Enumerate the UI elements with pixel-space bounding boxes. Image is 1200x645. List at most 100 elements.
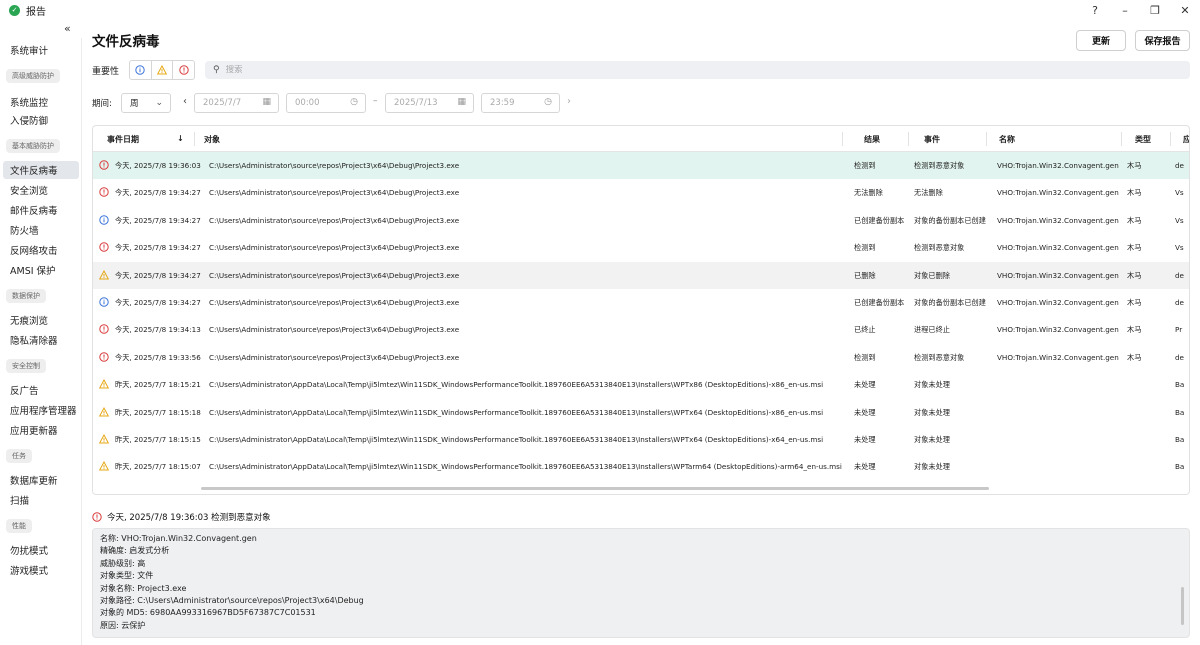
sidebar-item[interactable]: 勿扰模式	[10, 543, 48, 557]
cell-type: 木马	[1127, 188, 1142, 198]
column-header-result[interactable]: 结果	[864, 134, 880, 145]
date-from-field[interactable]: 2025/7/7 ▦	[194, 93, 279, 113]
collapse-sidebar-icon[interactable]: «	[64, 22, 71, 35]
table-row[interactable]: 今天, 2025/7/8 19:34:27 C:\Users\Administra…	[93, 234, 1189, 261]
table-row[interactable]: 今天, 2025/7/8 19:34:27 C:\Users\Administra…	[93, 261, 1189, 289]
sidebar-item[interactable]: 系统审计	[10, 43, 48, 57]
time-to-field[interactable]: 23:59 ◷	[481, 93, 560, 113]
table-row[interactable]: 今天, 2025/7/8 19:36:03 C:\Users\Administra…	[93, 152, 1189, 179]
date-to-field[interactable]: 2025/7/13 ▦	[385, 93, 474, 113]
sidebar-item[interactable]: 系统监控	[10, 95, 48, 109]
sidebar-group-label: 高级威胁防护	[6, 69, 60, 83]
time-from-field[interactable]: 00:00 ◷	[286, 93, 366, 113]
detail-line: 对象名称: Project3.exe	[100, 583, 187, 593]
title-bar: ✓ 报告 ? – ❐ ✕	[0, 0, 1200, 20]
danger-icon	[99, 160, 109, 170]
column-header-app[interactable]: 应	[1183, 134, 1189, 145]
danger-filter-button[interactable]	[173, 61, 194, 79]
sidebar-item[interactable]: 防火墙	[10, 223, 39, 237]
sidebar-item[interactable]: 文件反病毒	[10, 163, 58, 177]
help-icon[interactable]: ?	[1080, 0, 1110, 20]
cell-app: de	[1175, 161, 1184, 170]
cell-name: VHO:Trojan.Win32.Convagent.gen	[997, 352, 1119, 362]
cell-name: VHO:Trojan.Win32.Convagent.gen	[997, 298, 1119, 307]
detail-panel: 名称: VHO:Trojan.Win32.Convagent.gen 精确度: 启…	[92, 528, 1190, 638]
danger-icon	[99, 352, 109, 362]
cell-event: 对象未处理	[914, 462, 950, 472]
table-row[interactable]: 昨天, 2025/7/7 18:15:15 C:\Users\Administra…	[93, 426, 1189, 453]
sidebar-item[interactable]: 数据库更新	[10, 473, 58, 487]
table-row[interactable]: 今天, 2025/7/8 19:34:27 C:\Users\Administra…	[93, 179, 1189, 206]
sidebar-item[interactable]: AMSI 保护	[10, 263, 56, 277]
sidebar-item[interactable]: 无痕浏览	[10, 313, 48, 327]
update-button[interactable]: 更新	[1076, 30, 1126, 51]
detail-header: 今天, 2025/7/8 19:36:03 检测到恶意对象	[92, 511, 271, 523]
table-row[interactable]: 今天, 2025/7/8 19:34:27 C:\Users\Administra…	[93, 289, 1189, 316]
horizontal-scrollbar[interactable]	[201, 487, 989, 490]
cell-name: VHO:Trojan.Win32.Convagent.gen	[997, 161, 1119, 170]
cell-name: VHO:Trojan.Win32.Convagent.gen	[997, 325, 1119, 335]
warning-filter-button[interactable]	[152, 61, 174, 79]
cell-app: de	[1175, 270, 1184, 280]
previous-period-button[interactable]: ‹	[183, 96, 187, 107]
sidebar-item[interactable]: 入侵防御	[10, 113, 48, 127]
sidebar-item[interactable]: 反网络攻击	[10, 243, 58, 257]
warning-icon	[99, 461, 109, 471]
cell-object: C:\Users\Administrator\source\repos\Proj…	[209, 298, 460, 307]
search-input[interactable]	[225, 65, 1126, 75]
page-title: 文件反病毒	[92, 34, 160, 50]
calendar-icon: ▦	[457, 97, 466, 107]
period-label: 期间:	[92, 99, 112, 109]
warning-icon	[99, 406, 109, 417]
cell-date: 昨天, 2025/7/7 18:15:07	[115, 462, 201, 472]
cell-date: 今天, 2025/7/8 19:34:27	[115, 243, 201, 253]
info-icon	[135, 65, 146, 75]
table-row[interactable]: 昨天, 2025/7/7 18:15:18 C:\Users\Administra…	[93, 399, 1189, 426]
sidebar-item[interactable]: 扫描	[10, 493, 29, 507]
sidebar-item[interactable]: 反广告	[10, 383, 39, 397]
detail-title: 今天, 2025/7/8 19:36:03 检测到恶意对象	[107, 513, 271, 523]
sidebar-item[interactable]: 应用更新器	[10, 423, 58, 437]
period-dropdown[interactable]: 周 ⌄	[121, 93, 171, 113]
save-report-button[interactable]: 保存报告	[1135, 30, 1190, 51]
info-filter-button[interactable]	[130, 61, 152, 79]
column-header-object[interactable]: 对象	[204, 134, 220, 145]
column-header-date[interactable]: 事件日期	[107, 134, 139, 145]
sidebar-item[interactable]: 安全浏览	[10, 183, 48, 197]
table-row[interactable]: 今天, 2025/7/8 19:34:27 C:\Users\Administra…	[93, 207, 1189, 234]
sort-descending-icon[interactable]: ↓	[177, 134, 184, 143]
danger-icon	[92, 512, 102, 522]
close-icon[interactable]: ✕	[1170, 0, 1200, 20]
next-period-button[interactable]: ›	[567, 96, 571, 107]
table-row[interactable]: 今天, 2025/7/8 19:33:56 C:\Users\Administra…	[93, 344, 1189, 371]
warning-icon	[99, 379, 109, 389]
cell-result: 已创建备份副本	[854, 215, 905, 225]
cell-event: 检测到恶意对象	[914, 352, 965, 362]
cell-date: 今天, 2025/7/8 19:36:03	[115, 161, 201, 170]
cell-app: de	[1175, 352, 1184, 362]
column-header-event[interactable]: 事件	[924, 134, 940, 145]
cell-result: 未处理	[854, 462, 876, 472]
cell-result: 未处理	[854, 380, 876, 390]
minimize-icon[interactable]: –	[1110, 0, 1140, 20]
table-header: 事件日期 ↓ 对象 结果 事件 名称 类型 应	[93, 126, 1189, 152]
vertical-scrollbar[interactable]	[1181, 587, 1184, 625]
column-header-type[interactable]: 类型	[1135, 134, 1151, 145]
sidebar-item[interactable]: 邮件反病毒	[10, 203, 58, 217]
detail-line: 名称: VHO:Trojan.Win32.Convagent.gen	[100, 534, 257, 543]
danger-icon	[99, 242, 109, 252]
clock-icon: ◷	[544, 97, 552, 107]
search-icon: ⚲	[213, 65, 220, 75]
sidebar-item[interactable]: 隐私清除器	[10, 333, 58, 347]
cell-app: Vs	[1175, 243, 1184, 253]
cell-object: C:\Users\Administrator\source\repos\Proj…	[209, 325, 460, 335]
table-row[interactable]: 昨天, 2025/7/7 18:15:21 C:\Users\Administra…	[93, 371, 1189, 398]
detail-line: 对象的 MD5: 6980AA993316967BD5F67387C7C0153…	[100, 608, 316, 618]
sidebar-item[interactable]: 游戏模式	[10, 563, 48, 577]
table-row[interactable]: 昨天, 2025/7/7 18:15:07 C:\Users\Administra…	[93, 453, 1189, 480]
sidebar-item[interactable]: 应用程序管理器	[10, 403, 77, 417]
cell-result: 未处理	[854, 435, 876, 444]
table-row[interactable]: 今天, 2025/7/8 19:34:13 C:\Users\Administra…	[93, 316, 1189, 343]
maximize-icon[interactable]: ❐	[1140, 0, 1170, 20]
column-header-name[interactable]: 名称	[999, 134, 1015, 145]
